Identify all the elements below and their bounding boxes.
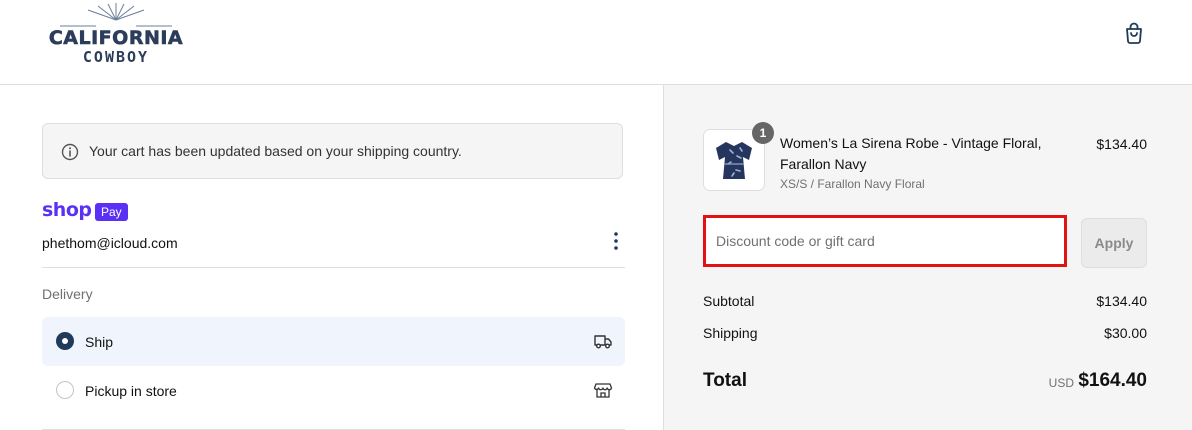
logo-line1: CALIFORNIA [49, 27, 183, 49]
divider [42, 267, 625, 268]
delivery-heading: Delivery [42, 286, 93, 302]
subtotal-value: $134.40 [1096, 293, 1147, 309]
total-value: $164.40 [1078, 370, 1147, 391]
total-currency: USD [1048, 376, 1074, 390]
brand-logo[interactable]: CALIFORNIA COWBOY [40, 2, 192, 68]
quantity-badge: 1 [752, 122, 774, 144]
apply-discount-button[interactable]: Apply [1081, 218, 1147, 268]
delivery-option-ship[interactable]: Ship [42, 317, 625, 366]
store-icon [593, 383, 613, 398]
shipping-label: Shipping [703, 325, 758, 341]
shop-pay-badge: Pay [95, 203, 128, 221]
delivery-option-pickup[interactable]: Pickup in store [42, 366, 625, 415]
radio-ship-selected[interactable] [56, 332, 74, 350]
header: CALIFORNIA COWBOY [0, 0, 1192, 85]
total-label: Total [703, 370, 747, 391]
subtotal-label: Subtotal [703, 293, 755, 309]
product-variant: XS/S / Farallon Navy Floral [780, 177, 925, 191]
shopping-bag-icon[interactable] [1122, 21, 1146, 45]
truck-icon [594, 335, 612, 349]
info-icon [61, 143, 79, 161]
delivery-option-label: Ship [85, 334, 114, 350]
radio-pickup[interactable] [56, 381, 74, 399]
notice-text: Your cart has been updated based on your… [89, 143, 462, 159]
product-price: $134.40 [1096, 136, 1147, 152]
order-summary: 1 Women’s La Sirena Robe - Vintage Flora… [663, 85, 1192, 430]
checkout-main: Your cart has been updated based on your… [0, 85, 663, 430]
discount-code-input[interactable] [703, 215, 1067, 267]
delivery-option-label: Pickup in store [85, 383, 177, 399]
cart-updated-notice: Your cart has been updated based on your… [42, 123, 623, 179]
shop-pay-wordmark: shop [42, 199, 92, 221]
logo-line2: COWBOY [83, 48, 149, 66]
account-email: phethom@icloud.com [42, 235, 178, 251]
product-name: Women’s La Sirena Robe - Vintage Floral,… [780, 135, 1042, 172]
kebab-menu-icon[interactable] [608, 231, 624, 251]
shipping-value: $30.00 [1104, 325, 1147, 341]
